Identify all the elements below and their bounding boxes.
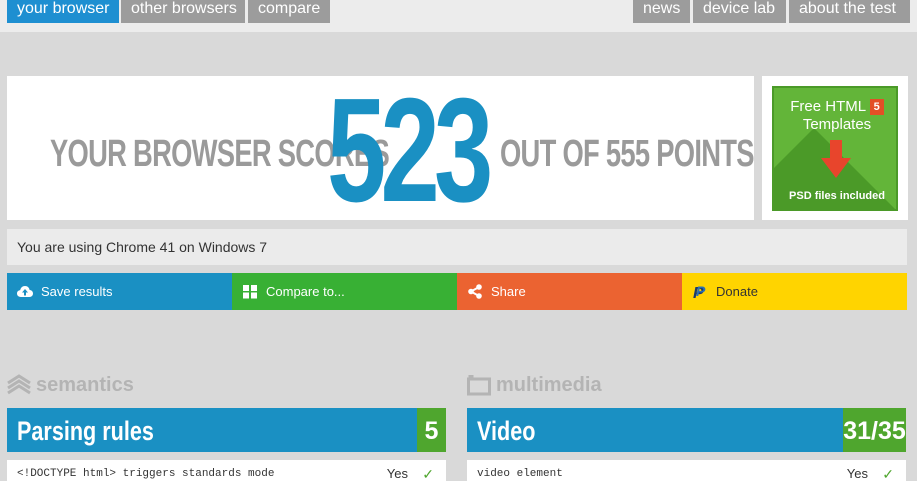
layers-icon	[7, 374, 31, 395]
tab-compare[interactable]: compare	[248, 0, 330, 23]
card-video[interactable]: Video 31/35	[467, 408, 906, 452]
test-row: <!DOCTYPE html> triggers standards mode …	[7, 460, 446, 481]
card-title: Parsing rules	[17, 416, 154, 446]
top-nav-bar: your browser other browsers compare news…	[0, 0, 917, 32]
compare-to-button[interactable]: Compare to...	[232, 273, 457, 310]
donate-button[interactable]: P P Donate	[682, 273, 907, 310]
card-points: 31/35	[843, 408, 906, 452]
ad-footer: PSD files included	[789, 190, 885, 202]
film-icon	[467, 375, 491, 396]
browser-info-bar: You are using Chrome 41 on Windows 7	[7, 229, 907, 265]
save-results-button[interactable]: Save results	[7, 273, 232, 310]
check-icon: ✓	[882, 466, 894, 481]
test-row-result: Yes	[386, 466, 408, 481]
test-row-label: video element	[477, 468, 563, 480]
ad-banner[interactable]: Free HTML 5 Templates PSD files included	[762, 76, 908, 220]
section-semantics-label: semantics	[36, 374, 134, 396]
tab-about-the-test[interactable]: about the test	[789, 0, 910, 23]
share-button[interactable]: Share	[457, 273, 682, 310]
section-multimedia-label: multimedia	[496, 374, 602, 396]
save-results-label: Save results	[41, 284, 113, 299]
section-semantics: semantics	[7, 371, 134, 399]
test-row-label: <!DOCTYPE html> triggers standards mode	[17, 468, 275, 480]
donate-label: Donate	[716, 284, 758, 299]
html5-shield-icon: 5	[869, 99, 884, 115]
card-parsing-rules[interactable]: Parsing rules 5	[7, 408, 446, 452]
ad-free-html-templates[interactable]: Free HTML 5 Templates PSD files included	[772, 86, 898, 211]
tab-device-lab[interactable]: device lab	[693, 0, 786, 23]
down-arrow-icon	[821, 140, 851, 178]
tab-your-browser[interactable]: your browser	[7, 0, 119, 23]
score-suffix-text: OUT OF 555 POINTS	[500, 133, 755, 175]
score-value: 523	[327, 68, 493, 233]
check-icon: ✓	[422, 466, 434, 481]
share-icon	[468, 284, 482, 299]
browser-info-text: You are using Chrome 41 on Windows 7	[17, 239, 268, 255]
share-label: Share	[491, 284, 526, 299]
compare-to-label: Compare to...	[266, 284, 345, 299]
svg-text:P: P	[696, 284, 706, 299]
tab-news[interactable]: news	[633, 0, 690, 23]
tab-other-browsers[interactable]: other browsers	[121, 0, 245, 23]
test-row: video element Yes ✓	[467, 460, 906, 481]
action-bar: Save results Compare to... Share P P Don…	[7, 273, 907, 310]
card-points: 5	[417, 408, 446, 452]
ad-title: Free HTML 5 Templates	[774, 98, 896, 134]
grid-icon	[243, 285, 257, 299]
paypal-icon: P P	[693, 284, 706, 299]
section-multimedia: multimedia	[467, 371, 602, 399]
card-title: Video	[477, 416, 536, 446]
cloud-upload-icon	[17, 286, 33, 297]
test-row-result: Yes	[846, 466, 868, 481]
score-panel: YOUR BROWSER SCORES 523 OUT OF 555 POINT…	[7, 68, 755, 233]
